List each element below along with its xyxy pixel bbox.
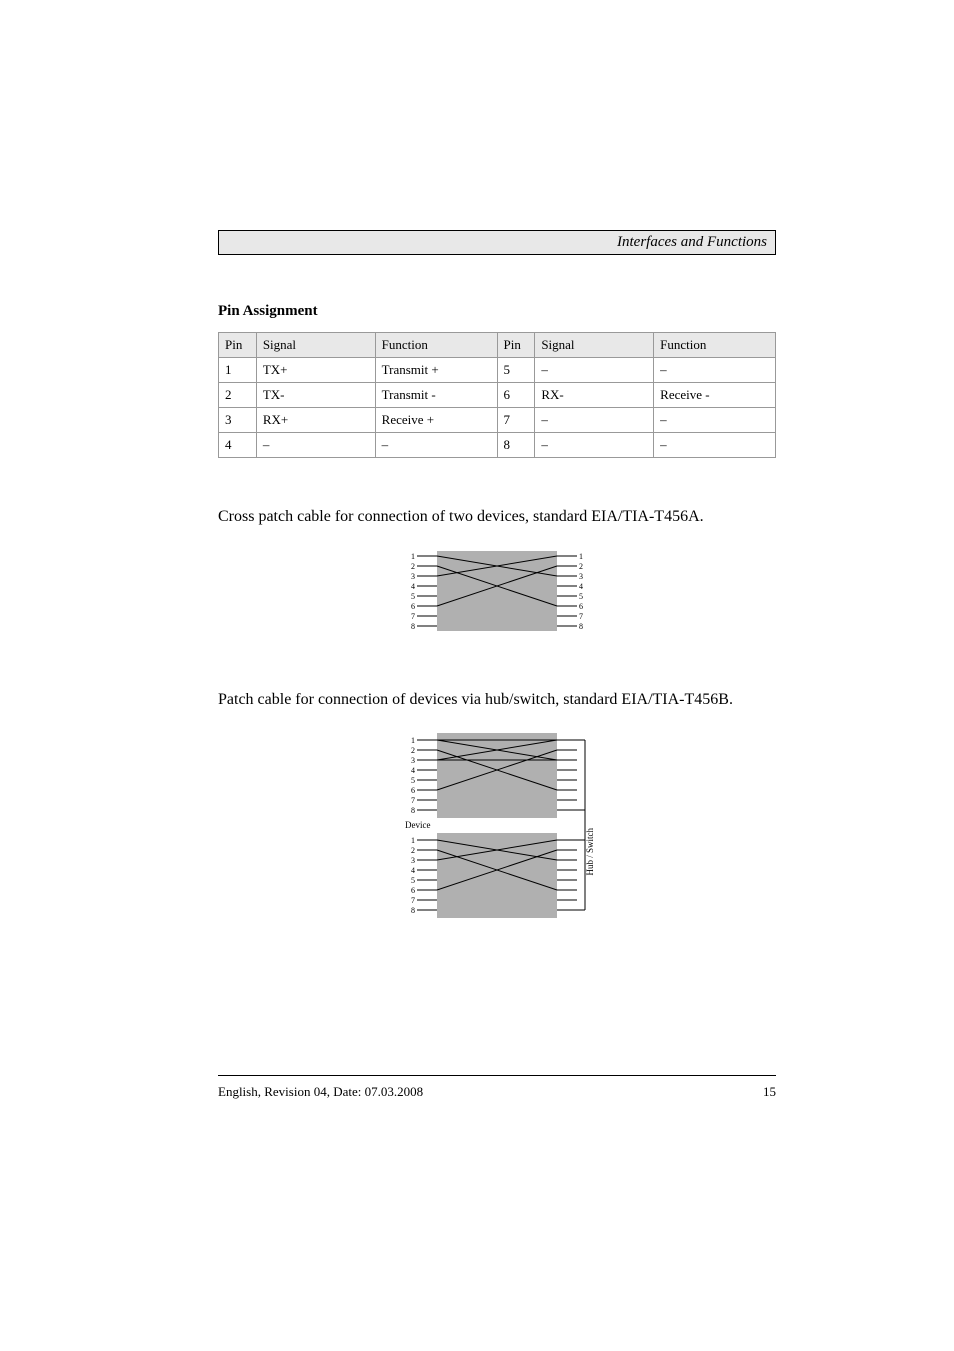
pin-label: 7 [579,612,583,621]
td: 7 [497,408,535,433]
footer-page-number: 15 [763,1084,776,1100]
th-signal-b: Signal [535,333,654,358]
th-pin-a: Pin [219,333,257,358]
td: Receive + [375,408,497,433]
footer-revision: English, Revision 04, Date: 07.03.2008 [218,1084,423,1100]
pin-label: 5 [579,592,583,601]
paragraph-patch-cable: Patch cable for connection of devices vi… [218,689,776,711]
pin-label: 3 [579,572,583,581]
diagram-patch-cable: 1 2 3 4 5 6 7 8 1 2 3 4 5 6 7 8 Device H… [218,728,776,933]
hub-label: Hub / Switch [585,828,595,876]
pin-label: 3 [411,572,415,581]
section-title: Pin Assignment [218,303,776,320]
table-row: 3 RX+ Receive + 7 – – [219,408,776,433]
pin-label: 6 [411,786,415,795]
td: 6 [497,383,535,408]
table-row: 4 – – 8 – – [219,433,776,458]
patch-cable-svg: 1 2 3 4 5 6 7 8 1 2 3 4 5 6 7 8 Device H… [397,728,597,928]
pin-label: 8 [411,906,415,915]
td: – [535,408,654,433]
td: Transmit - [375,383,497,408]
pin-label: 5 [411,776,415,785]
pin-label: 4 [411,766,415,775]
pin-label: 1 [411,836,415,845]
td: 2 [219,383,257,408]
td: – [375,433,497,458]
pin-label: 6 [411,886,415,895]
pin-label: 8 [411,622,415,631]
diagram-cross-cable: 1 2 3 4 5 6 7 8 1 2 3 4 5 6 7 8 [218,546,776,641]
page-header: Interfaces and Functions [218,230,776,255]
td: TX- [256,383,375,408]
td: – [654,433,776,458]
pin-label: 4 [411,866,415,875]
pin-label: 8 [411,806,415,815]
page-footer: English, Revision 04, Date: 07.03.2008 1… [218,1075,776,1100]
pin-label: 7 [411,612,415,621]
pin-label: 6 [411,602,415,611]
td: Transmit + [375,358,497,383]
header-title: Interfaces and Functions [617,234,767,250]
td: – [535,433,654,458]
paragraph-cross-cable: Cross patch cable for connection of two … [218,506,776,528]
td: 8 [497,433,535,458]
pin-label: 2 [411,562,415,571]
table-row: 1 TX+ Transmit + 5 – – [219,358,776,383]
td: TX+ [256,358,375,383]
pin-label: 5 [411,592,415,601]
pin-label: 2 [411,746,415,755]
th-function-a: Function [375,333,497,358]
pin-label: 1 [411,736,415,745]
pin-label: 3 [411,856,415,865]
td: RX+ [256,408,375,433]
pin-label: 7 [411,896,415,905]
pin-label: 1 [579,552,583,561]
td: – [256,433,375,458]
td: – [535,358,654,383]
td: – [654,408,776,433]
cross-cable-svg: 1 2 3 4 5 6 7 8 1 2 3 4 5 6 7 8 [407,546,587,636]
pin-label: 4 [579,582,583,591]
td: RX- [535,383,654,408]
td: 3 [219,408,257,433]
page-content: Interfaces and Functions Pin Assignment … [218,230,776,933]
pin-label: 1 [411,552,415,561]
pin-label: 2 [411,846,415,855]
td: Receive - [654,383,776,408]
td: 1 [219,358,257,383]
pin-label: 7 [411,796,415,805]
table-header-row: Pin Signal Function Pin Signal Function [219,333,776,358]
pin-label: 4 [411,582,415,591]
th-signal-a: Signal [256,333,375,358]
pin-assignment-table: Pin Signal Function Pin Signal Function … [218,332,776,458]
td: – [654,358,776,383]
pin-label: 3 [411,756,415,765]
device-label: Device [405,820,430,830]
pin-label: 6 [579,602,583,611]
table-row: 2 TX- Transmit - 6 RX- Receive - [219,383,776,408]
pin-label: 2 [579,562,583,571]
th-pin-b: Pin [497,333,535,358]
pin-label: 5 [411,876,415,885]
td: 5 [497,358,535,383]
th-function-b: Function [654,333,776,358]
pin-label: 8 [579,622,583,631]
td: 4 [219,433,257,458]
